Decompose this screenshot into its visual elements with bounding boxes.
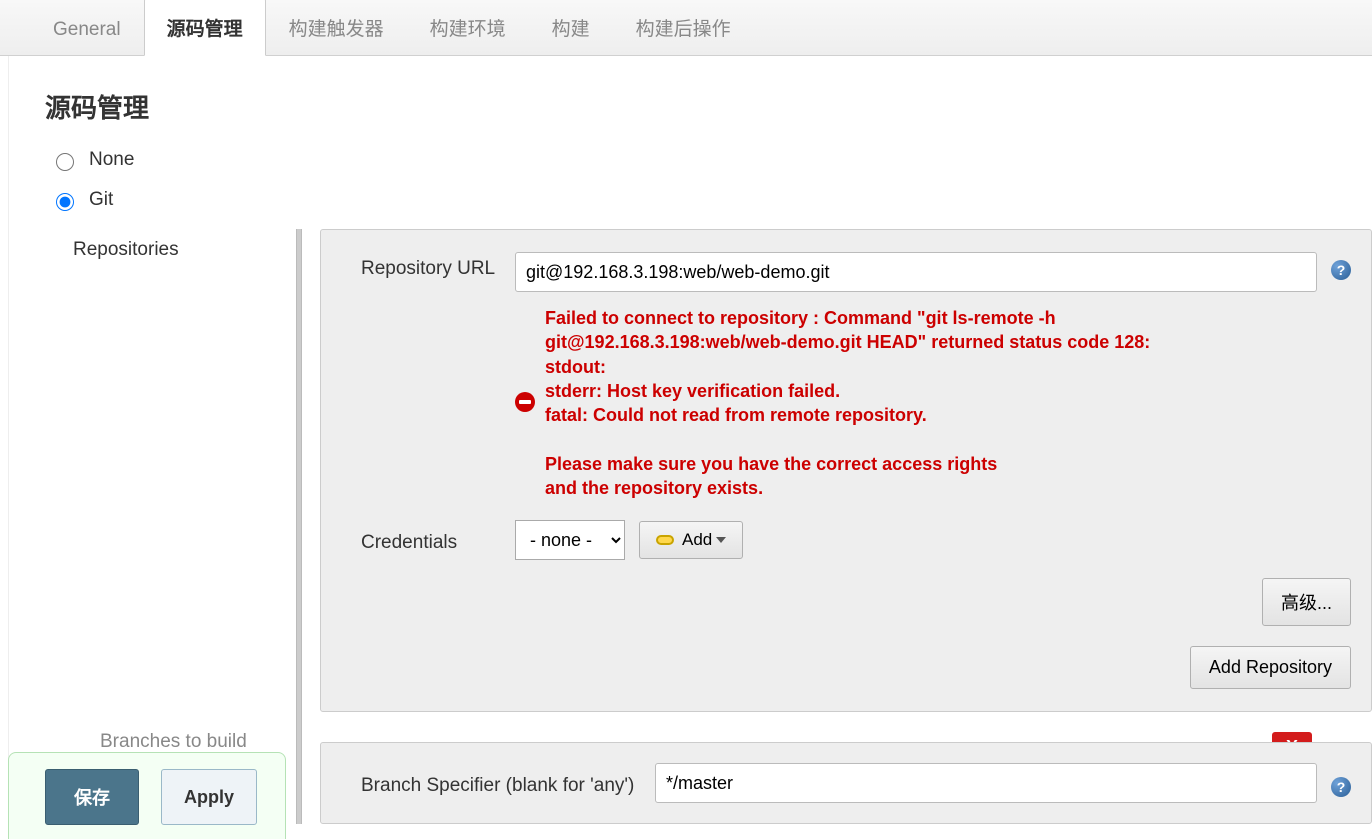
main-content: 源码管理 None Git Repositories Repository UR… bbox=[8, 56, 1372, 824]
repository-box: Repository URL ? Failed to connect to re… bbox=[320, 229, 1372, 712]
git-config: Repositories Repository URL ? Failed to … bbox=[73, 229, 1372, 824]
help-icon[interactable]: ? bbox=[1331, 777, 1351, 797]
tab-general[interactable]: General bbox=[30, 2, 144, 55]
save-button[interactable]: 保存 bbox=[45, 769, 139, 825]
advanced-button[interactable]: 高级... bbox=[1262, 578, 1351, 626]
branch-specifier-label: Branch Specifier (blank for 'any') bbox=[361, 769, 641, 797]
key-icon bbox=[656, 535, 674, 545]
tab-env[interactable]: 构建环境 bbox=[407, 0, 529, 55]
scm-option-none[interactable]: None bbox=[51, 149, 1372, 171]
branches-group: X Branch Specifier (blank for 'any') ? bbox=[320, 742, 1372, 824]
section-title: 源码管理 bbox=[45, 88, 1372, 125]
radio-none[interactable] bbox=[56, 153, 74, 171]
credentials-select[interactable]: - none - bbox=[515, 520, 625, 560]
scm-option-git[interactable]: Git bbox=[51, 189, 1372, 211]
error-message-row: Failed to connect to repository : Comman… bbox=[515, 306, 1351, 500]
radio-git[interactable] bbox=[56, 193, 74, 211]
error-text: Failed to connect to repository : Comman… bbox=[545, 306, 1150, 500]
chevron-down-icon bbox=[716, 537, 726, 543]
error-icon bbox=[515, 392, 535, 412]
branches-header: Branches to build bbox=[100, 731, 247, 753]
tab-build[interactable]: 构建 bbox=[529, 0, 613, 55]
repo-url-label: Repository URL bbox=[361, 252, 501, 280]
branch-specifier-input[interactable] bbox=[655, 763, 1317, 803]
add-repository-button[interactable]: Add Repository bbox=[1190, 646, 1351, 689]
config-tabs: General 源码管理 构建触发器 构建环境 构建 构建后操作 bbox=[0, 0, 1372, 56]
tab-scm[interactable]: 源码管理 bbox=[144, 0, 266, 56]
radio-git-label: Git bbox=[89, 189, 113, 211]
footer-actions: 保存 Apply bbox=[8, 752, 286, 839]
add-credentials-label: Add bbox=[682, 530, 712, 550]
add-credentials-button[interactable]: Add bbox=[639, 521, 743, 559]
tab-triggers[interactable]: 构建触发器 bbox=[266, 0, 407, 55]
repo-url-input[interactable] bbox=[515, 252, 1317, 292]
radio-none-label: None bbox=[89, 149, 134, 171]
vertical-divider bbox=[296, 229, 302, 824]
credentials-label: Credentials bbox=[361, 526, 501, 554]
help-icon[interactable]: ? bbox=[1331, 260, 1351, 280]
apply-button[interactable]: Apply bbox=[161, 769, 257, 825]
tab-post[interactable]: 构建后操作 bbox=[613, 0, 754, 55]
